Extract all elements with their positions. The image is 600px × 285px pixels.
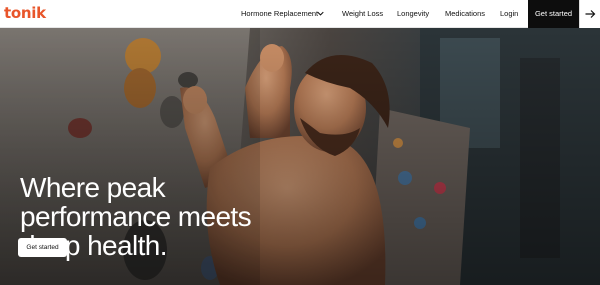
get-started-hero-button[interactable]: Get started bbox=[18, 238, 67, 257]
nav-longevity[interactable]: Longevity bbox=[397, 0, 429, 28]
hero-section: Where peak performance meets deep health… bbox=[0, 28, 600, 285]
nav-weight-loss[interactable]: Weight Loss bbox=[342, 0, 383, 28]
brand-logo[interactable]: tonik bbox=[4, 4, 46, 22]
chevron-down-icon[interactable] bbox=[317, 10, 324, 17]
arrow-right-icon bbox=[585, 10, 596, 18]
get-started-nav-button[interactable]: Get started bbox=[528, 0, 579, 28]
top-nav: tonik Hormone Replacement Weight Loss Lo… bbox=[0, 0, 600, 28]
arrow-button[interactable] bbox=[579, 0, 600, 28]
nav-hormone-replacement[interactable]: Hormone Replacement bbox=[241, 0, 318, 28]
nav-login[interactable]: Login bbox=[500, 0, 518, 28]
nav-medications[interactable]: Medications bbox=[445, 0, 485, 28]
